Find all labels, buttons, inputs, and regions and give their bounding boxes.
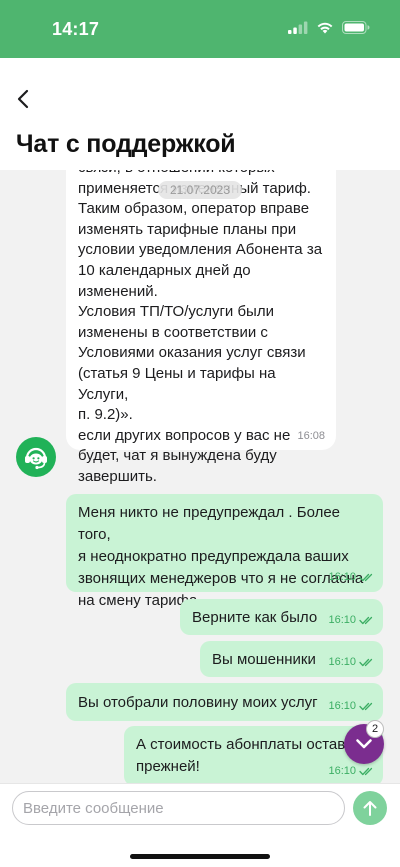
home-indicator <box>130 854 270 859</box>
date-separator: 21.07.2023 <box>158 181 242 199</box>
message-time: 16:10 <box>328 571 356 583</box>
message-text: Меня никто не предупреждал . Более того,… <box>78 504 364 609</box>
chat-messages[interactable]: связи, в отношении которых применяется и… <box>0 170 400 783</box>
outgoing-message: Верните как было 16:10 <box>180 599 383 635</box>
double-check-icon <box>359 767 373 775</box>
message-time: 16:10 <box>328 765 356 777</box>
status-time: 14:17 <box>52 19 100 39</box>
message-composer <box>0 783 400 867</box>
battery-icon <box>342 21 370 34</box>
double-check-icon <box>359 658 373 666</box>
double-check-icon <box>359 616 373 624</box>
message-meta: 16:10 <box>328 651 375 673</box>
double-check-icon <box>359 702 373 710</box>
outgoing-message: Меня никто не предупреждал . Более того,… <box>66 494 383 609</box>
message-time: 16:08 <box>297 430 325 442</box>
message-text: Вы отобрали половину моих услуг <box>78 694 318 711</box>
wifi-icon <box>317 22 333 34</box>
outgoing-message: А стоимость абонплаты оставили прежней! … <box>124 726 383 783</box>
message-input[interactable] <box>12 791 345 825</box>
send-button[interactable] <box>353 791 387 825</box>
support-avatar <box>16 437 56 477</box>
cellular-signal-icon <box>288 21 308 34</box>
outgoing-message: Вы отобрали половину моих услуг 16:10 <box>66 683 383 721</box>
outgoing-message: Вы мошенники 16:10 <box>200 641 383 677</box>
message-meta: 16:10 <box>328 609 375 631</box>
message-time: 16:10 <box>328 656 356 668</box>
message-time: 16:10 <box>328 614 356 626</box>
unread-count-badge: 2 <box>366 720 384 738</box>
message-text: связи, в отношении которых применяется и… <box>78 170 323 485</box>
status-icons <box>288 21 370 34</box>
chevron-left-icon <box>17 89 29 109</box>
status-bar: 14:17 <box>0 0 400 58</box>
support-operator-icon <box>25 447 47 470</box>
arrow-up-icon <box>363 801 377 816</box>
double-check-icon <box>359 573 373 581</box>
back-button[interactable] <box>8 84 38 114</box>
chat-header: Чат с поддержкой <box>0 58 400 170</box>
message-meta: 16:10 <box>328 695 375 717</box>
message-time: 16:10 <box>328 700 356 712</box>
page-title: Чат с поддержкой <box>16 130 236 158</box>
chevron-down-icon <box>356 739 372 749</box>
message-meta: 16:10 <box>328 566 375 588</box>
incoming-message: связи, в отношении которых применяется и… <box>66 170 336 485</box>
